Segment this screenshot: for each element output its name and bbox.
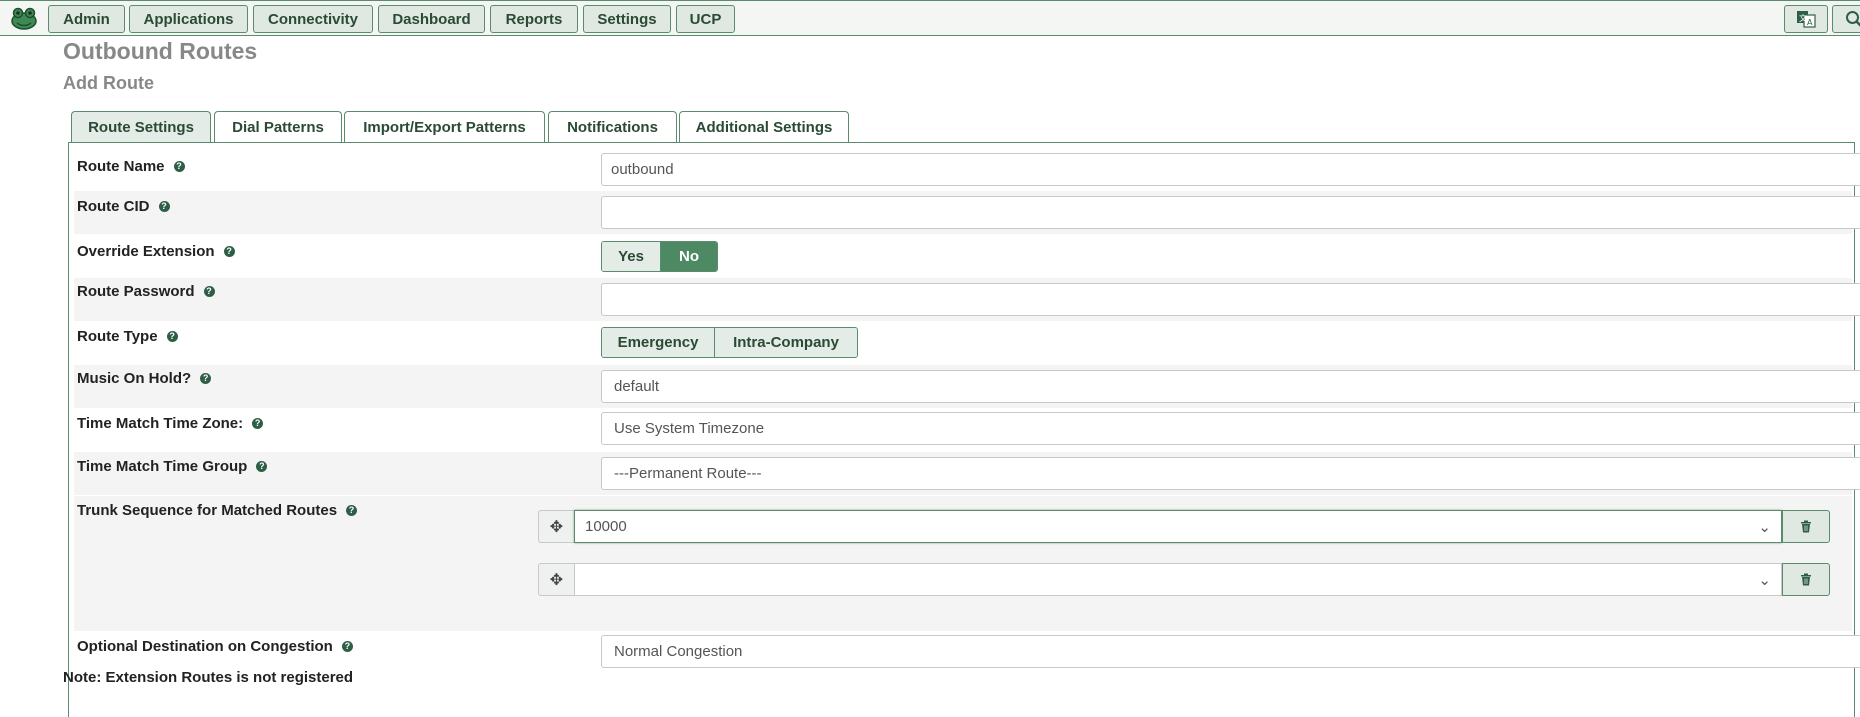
nav-applications[interactable]: Applications [129,5,248,33]
search-button[interactable] [1832,5,1860,33]
help-icon[interactable]: ? [346,505,358,516]
top-navbar: Admin Applications Connectivity Dashboar… [0,0,1860,36]
route-type-row: Route Type ? Emergency Intra-Company [74,322,1852,364]
time-group-select[interactable]: ---Permanent Route--- ⌄ [601,457,1860,490]
congestion-select[interactable]: Normal Congestion ⌄ [601,635,1860,668]
help-icon[interactable]: ? [252,418,264,429]
route-type-intra-company[interactable]: Intra-Company [714,328,857,357]
time-zone-row: Time Match Time Zone: ? Use System Timez… [74,409,1860,451]
route-password-row: Route Password ? [74,278,1860,321]
nav-settings[interactable]: Settings [583,5,671,33]
route-name-row: Route Name ? outbound [74,148,1860,190]
congestion-label: Optional Destination on Congestion ? [77,638,353,655]
tab-dial-patterns[interactable]: Dial Patterns [214,111,342,142]
time-group-row: Time Match Time Group ? ---Permanent Rou… [74,452,1860,495]
trash-icon [1801,573,1811,586]
tab-notifications[interactable]: Notifications [548,111,677,142]
time-group-label: Time Match Time Group ? [77,458,268,475]
drag-handle-icon[interactable]: ✥ [538,563,574,596]
registration-note: Note: Extension Routes is not registered [63,669,354,686]
page-subtitle: Add Route [63,73,154,93]
svg-text:A: A [1807,18,1813,27]
help-icon[interactable]: ? [341,641,353,652]
help-icon[interactable]: ? [173,161,185,172]
frog-logo-icon[interactable] [10,6,38,31]
time-zone-label: Time Match Time Zone: ? [77,415,264,432]
override-extension-label: Override Extension ? [77,243,235,260]
nav-connectivity[interactable]: Connectivity [253,5,373,33]
tab-route-settings[interactable]: Route Settings [71,111,211,143]
help-icon[interactable]: ? [223,246,235,257]
chevron-down-icon: ⌄ [1758,571,1771,589]
drag-handle-icon[interactable]: ✥ [538,510,574,543]
delete-trunk-button[interactable] [1782,510,1830,543]
music-on-hold-select[interactable]: default ⌄ [601,370,1860,403]
search-icon [1846,11,1860,27]
override-extension-no[interactable]: No [660,242,717,271]
override-extension-toggle: Yes No [601,241,718,272]
trash-icon [1801,520,1811,533]
trunk-item: ✥ ⌄ [538,563,1830,596]
nav-dashboard[interactable]: Dashboard [378,5,485,33]
nav-admin[interactable]: Admin [48,5,125,33]
music-on-hold-label: Music On Hold? ? [77,370,212,387]
tab-additional-settings[interactable]: Additional Settings [679,111,849,142]
help-icon[interactable]: ? [158,201,170,212]
trunk-item: ✥ 10000 ⌄ [538,510,1830,543]
help-icon[interactable]: ? [200,373,212,384]
delete-trunk-button[interactable] [1782,563,1830,596]
music-on-hold-row: Music On Hold? ? default ⌄ [74,365,1860,408]
override-extension-yes[interactable]: Yes [602,242,660,271]
congestion-row: Optional Destination on Congestion ? Nor… [74,632,1860,672]
chevron-down-icon: ⌄ [1758,518,1771,536]
nav-ucp[interactable]: UCP [676,5,735,33]
trunk-select[interactable]: ⌄ [574,563,1782,596]
language-button[interactable]: 文 A [1784,5,1828,33]
route-type-label: Route Type ? [77,328,178,345]
route-type-emergency[interactable]: Emergency [602,328,714,357]
tab-import-export-patterns[interactable]: Import/Export Patterns [344,111,545,142]
help-icon[interactable]: ? [256,461,268,472]
page-title: Outbound Routes [63,38,258,64]
svg-text:文: 文 [1799,13,1807,23]
route-name-label: Route Name ? [77,158,185,175]
route-cid-label: Route CID ? [77,198,170,215]
help-icon[interactable]: ? [203,286,215,297]
route-password-label: Route Password ? [77,283,215,300]
trunk-sequence-label: Trunk Sequence for Matched Routes ? [77,502,358,519]
time-zone-select[interactable]: Use System Timezone ▼ [601,412,1860,445]
trunk-select[interactable]: 10000 ⌄ [574,510,1782,543]
language-icon: 文 A [1797,11,1816,28]
route-cid-input[interactable] [601,196,1860,229]
help-icon[interactable]: ? [166,331,178,342]
nav-reports[interactable]: Reports [490,5,578,33]
route-password-input[interactable] [601,283,1860,316]
override-extension-row: Override Extension ? Yes No [74,235,1852,277]
route-cid-row: Route CID ? [74,191,1860,234]
route-type-toggle: Emergency Intra-Company [601,327,858,358]
route-name-input[interactable]: outbound [601,153,1860,186]
